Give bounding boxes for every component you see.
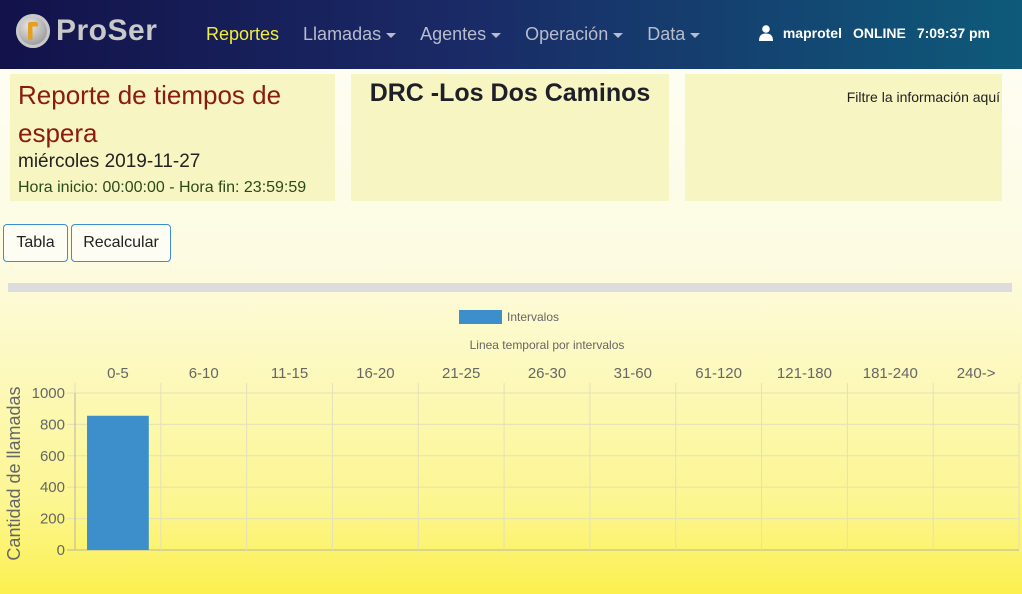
x-tick-label: 16-20	[356, 365, 394, 382]
proser-logo-icon	[16, 14, 50, 48]
center-panel: DRC -Los Dos Caminos	[351, 74, 669, 201]
legend-swatch	[459, 310, 502, 324]
y-tick-label: 400	[40, 479, 65, 496]
navbar: ProSer Reportes Llamadas Agentes Operaci…	[0, 0, 1022, 69]
nav-item-agentes[interactable]: Agentes	[420, 24, 502, 45]
x-tick-label: 11-15	[271, 365, 308, 382]
nav-item-llamadas[interactable]: Llamadas	[303, 24, 397, 45]
legend-label: Intervalos	[507, 310, 559, 324]
nav-item-data[interactable]: Data	[647, 24, 701, 45]
clock: 7:09:37 pm	[916, 25, 990, 41]
chevron-down-icon	[690, 32, 701, 38]
nav-item-reportes[interactable]: Reportes	[206, 24, 279, 45]
chart-title: Linea temporal por intervalos	[470, 338, 625, 352]
x-tick-label: 6-10	[189, 365, 219, 382]
divider-bar	[8, 283, 1012, 292]
y-tick-label: 1000	[32, 385, 65, 402]
username[interactable]: maprotel	[783, 25, 842, 41]
y-tick-label: 0	[57, 542, 65, 559]
call-center-name: DRC -Los Dos Caminos	[369, 79, 651, 107]
nav-item-label: Operación	[525, 24, 609, 44]
brand-name: ProSer	[56, 14, 158, 47]
nav-item-label: Reportes	[206, 24, 280, 44]
y-axis-label: Cantidad de llamadas	[4, 386, 24, 560]
y-tick-label: 800	[40, 416, 65, 433]
report-date: miércoles 2019-11-27	[18, 151, 201, 172]
nav-item-label: Data	[647, 24, 686, 44]
x-tick-label: 121-180	[777, 365, 832, 382]
x-tick-label: 0-5	[107, 365, 129, 382]
chevron-down-icon	[491, 32, 502, 38]
table-button[interactable]: Tabla	[3, 224, 68, 262]
y-tick-label: 600	[40, 448, 65, 465]
x-tick-label: 31-60	[614, 365, 652, 382]
recalculate-button[interactable]: Recalcular	[71, 224, 171, 262]
brand-logo[interactable]: ProSer	[16, 14, 157, 48]
nav-item-label: Agentes	[420, 24, 487, 44]
report-hours: Hora inicio: 00:00:00 - Hora fin: 23:59:…	[18, 179, 307, 196]
x-tick-label: 26-30	[528, 365, 566, 382]
chevron-down-icon	[613, 32, 624, 38]
x-tick-label: 181-240	[863, 365, 918, 382]
nav-item-label: Llamadas	[303, 24, 382, 44]
user-icon[interactable]	[758, 25, 773, 41]
x-tick-label: 61-120	[695, 365, 742, 382]
x-tick-label: 21-25	[442, 365, 480, 382]
user-status-area: maprotel ONLINE 7:09:37 pm	[758, 25, 990, 41]
status-badge: ONLINE	[852, 25, 906, 41]
nav-item-operacion[interactable]: Operación	[525, 24, 624, 45]
wait-time-chart: Intervalos Linea temporal por intervalos 0…	[4, 310, 1020, 561]
bar-0-5	[87, 415, 149, 550]
filter-panel[interactable]: Filtre la información aquí	[685, 74, 1002, 201]
page-title: Reporte de tiempos de espera	[18, 80, 282, 148]
filter-prompt[interactable]: Filtre la información aquí	[847, 89, 1000, 105]
y-tick-label: 200	[40, 511, 65, 528]
x-tick-label: 240->	[957, 365, 996, 382]
chevron-down-icon	[386, 32, 397, 38]
report-info-panel: Reporte de tiempos de espera miércoles 2…	[10, 74, 335, 201]
nav-menu: Reportes Llamadas Agentes Operación Data	[206, 24, 724, 45]
